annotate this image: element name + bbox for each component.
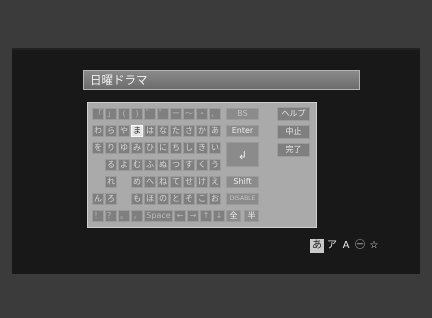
key[interactable]: 「 [92,108,104,120]
shift-key[interactable]: Shift [226,176,259,188]
key[interactable]: ん [92,193,104,205]
key[interactable]: み [131,142,143,154]
key[interactable]: を [92,142,104,154]
key[interactable]: 」 [105,108,117,120]
key[interactable]: く [196,159,208,171]
help-button[interactable]: ヘルプ [277,107,310,121]
done-button[interactable]: 完了 [277,143,310,157]
key[interactable]: こ [196,193,208,205]
key[interactable]: ぬ [157,159,169,171]
key[interactable]: ひ [144,142,156,154]
key[interactable]: る [105,159,117,171]
title-input-text: 日曜ドラマ [90,73,148,87]
key[interactable]: も [131,193,143,205]
key[interactable]: そ [183,193,195,205]
key[interactable]: ) [131,108,143,120]
key[interactable]: ゜ [157,108,169,120]
key[interactable]: め [131,176,143,188]
title-input-field[interactable]: 日曜ドラマ [83,70,360,90]
key[interactable]: ！ [92,210,104,222]
key[interactable]: ま [131,125,143,137]
key[interactable]: ね [157,176,169,188]
side-menu: ヘルプ 中止 完了 [277,107,310,157]
katakana-mode-icon[interactable]: ア [326,239,338,253]
key[interactable]: へ [144,176,156,188]
key[interactable]: か [196,125,208,137]
key[interactable]: ↑ [200,210,212,222]
key[interactable]: さ [183,125,195,137]
key[interactable]: え [209,176,221,188]
key[interactable]: ほ [144,193,156,205]
return-key[interactable]: ↲ [226,142,259,167]
key[interactable]: ， [131,210,143,222]
space-key[interactable]: Space [144,210,173,222]
key[interactable]: 〜 [183,108,195,120]
cancel-button[interactable]: 中止 [277,125,310,139]
key[interactable]: 。 [118,210,130,222]
disabled-key: DISABLE [226,193,259,205]
key[interactable]: ふ [144,159,156,171]
zenkaku-key[interactable]: 全 [226,210,241,222]
key[interactable]: の [157,193,169,205]
tv-screen: 日曜ドラマ 「」() ゛゜ー〜・、わらやまはなたさかあをりゆみひにちしきいるよむふ… [0,0,432,318]
key[interactable]: ？ [105,210,117,222]
key[interactable]: ら [105,125,117,137]
hankaku-key[interactable]: 半 [244,210,259,222]
key[interactable]: き [196,142,208,154]
key[interactable]: な [157,125,169,137]
key[interactable]: ー [170,108,182,120]
hiragana-mode-icon[interactable]: あ [310,239,324,253]
key[interactable]: と [170,193,182,205]
key[interactable]: ち [170,142,182,154]
key[interactable]: お [209,193,221,205]
backspace-key[interactable]: BS [226,108,259,120]
key[interactable]: や [118,125,130,137]
key[interactable]: む [131,159,143,171]
key[interactable]: → [187,210,199,222]
enter-key[interactable]: Enter [226,125,259,137]
key[interactable]: て [170,176,182,188]
key[interactable]: ↓ [213,210,225,222]
symbol-mode-icon[interactable]: ☆ [368,239,380,253]
number-mode-icon[interactable]: ㊀ [354,239,366,253]
key[interactable]: に [157,142,169,154]
key[interactable]: 、 [209,108,221,120]
key[interactable]: た [170,125,182,137]
key[interactable]: ( [118,108,130,120]
key[interactable]: わ [92,125,104,137]
key[interactable]: う [209,159,221,171]
key[interactable]: よ [118,159,130,171]
key[interactable]: れ [105,176,117,188]
key[interactable]: ・ [196,108,208,120]
key[interactable]: は [144,125,156,137]
key[interactable]: ろ [105,193,117,205]
key[interactable]: つ [170,159,182,171]
key[interactable]: す [183,159,195,171]
key[interactable]: ← [174,210,186,222]
key[interactable]: り [105,142,117,154]
key[interactable]: ゛ [144,108,156,120]
key[interactable]: け [196,176,208,188]
key[interactable]: い [209,142,221,154]
key[interactable]: せ [183,176,195,188]
input-mode-bar: あア A ㊀ ☆ [310,239,380,253]
key[interactable]: し [183,142,195,154]
key[interactable]: あ [209,125,221,137]
key[interactable]: ゆ [118,142,130,154]
alphabet-mode-icon[interactable]: A [340,239,352,253]
